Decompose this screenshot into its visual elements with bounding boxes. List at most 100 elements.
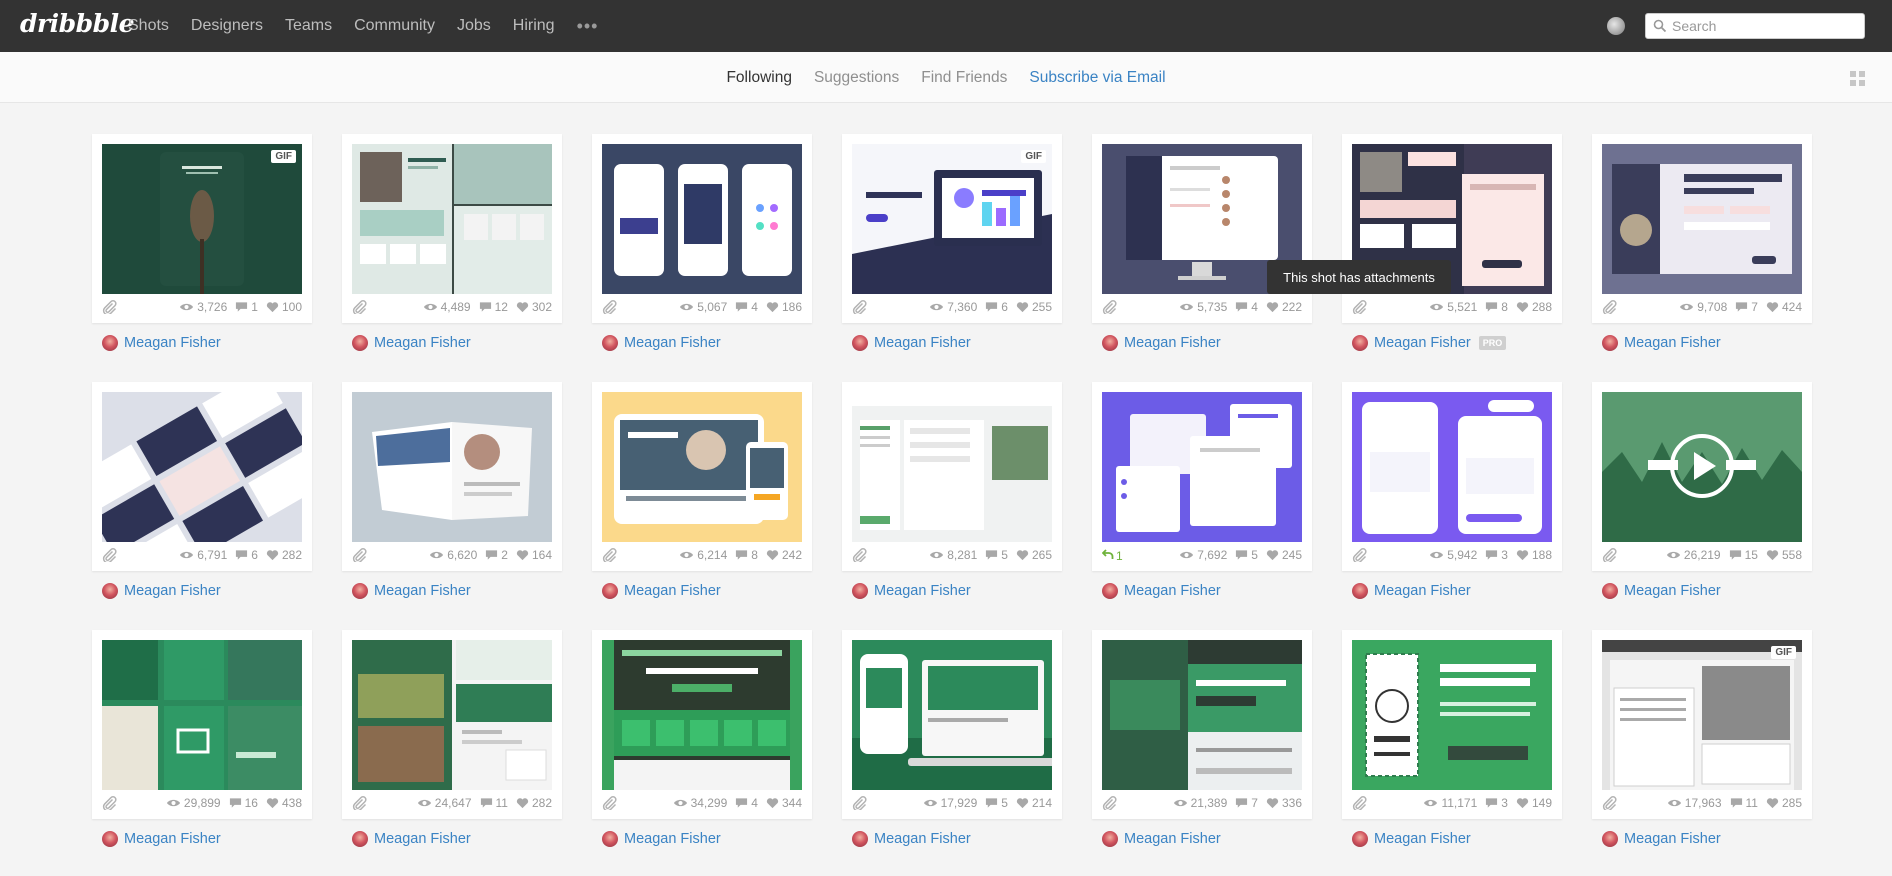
author-avatar[interactable] (1352, 831, 1368, 847)
attachment-clip-icon[interactable] (102, 300, 118, 316)
author-avatar[interactable] (602, 831, 618, 847)
author-name-link[interactable]: Meagan Fisher (1374, 831, 1471, 847)
shot-card[interactable]: 5,521 8 288 (1342, 134, 1562, 323)
author-name-link[interactable]: Meagan Fisher (1124, 583, 1221, 599)
author-avatar[interactable] (1602, 831, 1618, 847)
likes-stat[interactable]: 282 (516, 796, 552, 810)
shot-author[interactable]: Meagan Fisher (852, 829, 971, 849)
attachment-clip-icon[interactable] (1352, 300, 1368, 316)
author-avatar[interactable] (102, 831, 118, 847)
shot-author[interactable]: Meagan Fisher (852, 581, 971, 601)
comments-stat[interactable]: 11 (480, 796, 508, 810)
author-avatar[interactable] (102, 335, 118, 351)
comments-stat[interactable]: 5 (985, 796, 1008, 810)
shot-card[interactable]: 5,942 3 188 (1342, 382, 1562, 571)
shot-author[interactable]: Meagan Fisher (1102, 333, 1221, 353)
comments-stat[interactable]: 7 (1235, 796, 1258, 810)
nav-link-hiring[interactable]: Hiring (513, 17, 555, 35)
likes-stat[interactable]: 265 (1016, 548, 1052, 562)
shot-author[interactable]: Meagan Fisher (1352, 581, 1471, 601)
nav-link-shots[interactable]: Shots (128, 17, 169, 35)
shot-thumbnail[interactable]: GIF (852, 144, 1052, 294)
author-avatar[interactable] (1602, 583, 1618, 599)
shot-author[interactable]: Meagan Fisher (352, 333, 471, 353)
shot-author[interactable]: Meagan Fisher (602, 333, 721, 353)
author-name-link[interactable]: Meagan Fisher (374, 583, 471, 599)
likes-stat[interactable]: 222 (1266, 300, 1302, 314)
shot-thumbnail[interactable] (852, 640, 1052, 790)
shot-card[interactable]: GIF 3,726 1 100 (92, 134, 312, 323)
shot-card[interactable]: 6,214 8 242 (592, 382, 812, 571)
likes-stat[interactable]: 344 (766, 796, 802, 810)
shot-author[interactable]: Meagan Fisher (102, 829, 221, 849)
author-name-link[interactable]: Meagan Fisher (124, 583, 221, 599)
attachment-clip-icon[interactable] (1102, 300, 1118, 316)
author-avatar[interactable] (1102, 831, 1118, 847)
shot-card[interactable]: 17,929 5 214 (842, 630, 1062, 819)
attachment-clip-icon[interactable] (852, 300, 868, 316)
author-name-link[interactable]: Meagan Fisher (1624, 583, 1721, 599)
attachment-clip-icon[interactable] (1602, 300, 1618, 316)
author-name-link[interactable]: Meagan Fisher (874, 831, 971, 847)
shot-author[interactable]: Meagan Fisher (102, 333, 221, 353)
author-avatar[interactable] (352, 831, 368, 847)
author-avatar[interactable] (352, 583, 368, 599)
likes-stat[interactable]: 438 (266, 796, 302, 810)
shot-thumbnail[interactable] (602, 392, 802, 542)
shot-card[interactable]: GIF 7,360 6 255 (842, 134, 1062, 323)
attachment-clip-icon[interactable] (602, 548, 618, 564)
author-avatar[interactable] (852, 831, 868, 847)
shot-card[interactable]: 26,219 15 558 (1592, 382, 1812, 571)
shot-author[interactable]: Meagan Fisher (1602, 581, 1721, 601)
attachment-clip-icon[interactable] (602, 300, 618, 316)
comments-stat[interactable]: 3 (1485, 796, 1508, 810)
shot-card[interactable]: 21,389 7 336 (1092, 630, 1312, 819)
shot-thumbnail[interactable] (852, 392, 1052, 542)
likes-stat[interactable]: 188 (1516, 548, 1552, 562)
shot-thumbnail[interactable] (1102, 640, 1302, 790)
shot-author[interactable]: Meagan Fisher (1352, 829, 1471, 849)
shot-thumbnail[interactable]: GIF (1602, 640, 1802, 790)
shot-thumbnail[interactable] (352, 144, 552, 294)
subnav-tab-following[interactable]: Following (726, 69, 791, 87)
shot-thumbnail[interactable] (1102, 392, 1302, 542)
likes-stat[interactable]: 100 (266, 300, 302, 314)
author-avatar[interactable] (1602, 335, 1618, 351)
author-avatar[interactable] (852, 335, 868, 351)
author-avatar[interactable] (602, 583, 618, 599)
dribbble-logo[interactable]: dribbble (20, 9, 135, 38)
likes-stat[interactable]: 558 (1766, 548, 1802, 562)
comments-stat[interactable]: 8 (735, 548, 758, 562)
comments-stat[interactable]: 12 (479, 300, 508, 314)
comments-stat[interactable]: 5 (1235, 548, 1258, 562)
shot-thumbnail[interactable] (102, 392, 302, 542)
comments-stat[interactable]: 6 (985, 300, 1008, 314)
comments-stat[interactable]: 4 (735, 300, 758, 314)
attachment-clip-icon[interactable] (602, 796, 618, 812)
shot-author[interactable]: Meagan Fisher (602, 829, 721, 849)
author-name-link[interactable]: Meagan Fisher (1374, 583, 1471, 599)
author-avatar[interactable] (102, 583, 118, 599)
shot-card[interactable]: 5,735 4 222 (1092, 134, 1312, 323)
likes-stat[interactable]: 186 (766, 300, 802, 314)
attachment-clip-icon[interactable] (1352, 548, 1368, 564)
shot-thumbnail[interactable] (1352, 392, 1552, 542)
comments-stat[interactable]: 2 (485, 548, 508, 562)
comments-stat[interactable]: 4 (735, 796, 758, 810)
author-name-link[interactable]: Meagan Fisher (374, 831, 471, 847)
shot-card[interactable]: 24,647 11 282 (342, 630, 562, 819)
attachment-clip-icon[interactable] (352, 548, 368, 564)
author-name-link[interactable]: Meagan Fisher (874, 335, 971, 351)
comments-stat[interactable]: 5 (985, 548, 1008, 562)
nav-link-community[interactable]: Community (354, 17, 435, 35)
shot-card[interactable]: 1 7,692 5 245 (1092, 382, 1312, 571)
author-name-link[interactable]: Meagan Fisher (624, 831, 721, 847)
shot-author[interactable]: Meagan Fisher (352, 581, 471, 601)
shot-card[interactable]: 4,489 12 302 (342, 134, 562, 323)
comments-stat[interactable]: 1 (235, 300, 258, 314)
author-avatar[interactable] (1102, 583, 1118, 599)
likes-stat[interactable]: 242 (766, 548, 802, 562)
author-name-link[interactable]: Meagan Fisher (1374, 335, 1471, 351)
author-name-link[interactable]: Meagan Fisher (124, 831, 221, 847)
user-avatar[interactable] (1607, 17, 1625, 35)
